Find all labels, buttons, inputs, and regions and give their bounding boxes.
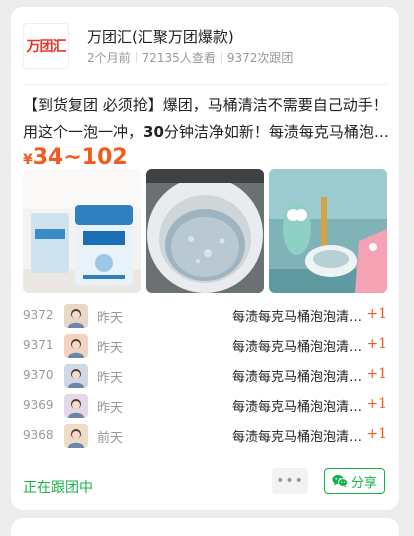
product-packages-image[interactable]	[23, 169, 141, 293]
buyer-avatar	[64, 334, 88, 358]
group-buy-card[interactable]: 万团汇 万团汇(汇聚万团爆款) 2个月前 72135人查看 9372次跟团 【到货复…	[11, 7, 399, 510]
buyer-avatar	[64, 364, 88, 388]
post-time: 2个月前	[87, 51, 131, 65]
order-row[interactable]: 9370 昨天 每渍每克马桶泡泡清洁剂 +1	[23, 361, 387, 391]
more-button[interactable]: •••	[272, 468, 308, 494]
buyer-avatar	[64, 304, 88, 328]
order-quantity: +1	[366, 366, 387, 382]
follow-count: 9372次跟团	[226, 51, 294, 65]
order-quantity: +1	[366, 426, 387, 442]
order-number: 9368	[23, 428, 54, 442]
buyer-avatar	[64, 394, 88, 418]
buyer-avatar	[64, 424, 88, 448]
order-product: 每渍每克马桶泡泡清洁剂	[232, 370, 370, 385]
price-value: 34~102	[32, 145, 128, 170]
share-button[interactable]: 分享	[324, 468, 385, 494]
wechat-icon	[332, 474, 348, 488]
order-product: 每渍每克马桶泡泡清洁剂	[232, 400, 370, 415]
meta-divider	[220, 52, 222, 63]
order-time: 昨天	[97, 401, 124, 416]
following-status: 正在跟团中	[23, 480, 93, 496]
order-quantity: +1	[366, 306, 387, 322]
order-quantity: +1	[366, 396, 387, 412]
description-bold-number: 30	[143, 123, 164, 141]
order-time: 昨天	[97, 371, 124, 386]
next-card	[11, 518, 399, 536]
order-product: 每渍每克马桶泡泡清洁剂	[232, 430, 370, 445]
price-currency: ¥	[23, 152, 33, 168]
order-product: 每渍每克马桶泡泡清洁剂	[232, 340, 370, 355]
header-divider	[23, 84, 387, 85]
product-images	[23, 169, 387, 293]
order-row[interactable]: 9372 昨天 每渍每克马桶泡泡清洁剂 +1	[23, 301, 387, 331]
order-time: 昨天	[97, 341, 124, 356]
meta-divider	[135, 52, 137, 63]
order-number: 9372	[23, 308, 54, 322]
post-meta: 2个月前 72135人查看 9372次跟团	[87, 49, 293, 66]
share-label: 分享	[350, 475, 377, 491]
order-list: 9372 昨天 每渍每克马桶泡泡清洁剂 +1 9371 昨天 每渍每克马桶泡泡清洁剂 +1 93…	[23, 301, 387, 451]
order-row[interactable]: 9371 昨天 每渍每克马桶泡泡清洁剂 +1	[23, 331, 387, 361]
more-dots-icon: •••	[276, 473, 304, 489]
toilet-bowl-image[interactable]	[146, 169, 264, 293]
shop-name[interactable]: 万团汇(汇聚万团爆款)	[87, 26, 234, 47]
cartoon-toilet-image[interactable]	[269, 169, 387, 293]
order-row[interactable]: 9369 昨天 每渍每克马桶泡泡清洁剂 +1	[23, 391, 387, 421]
order-number: 9369	[23, 398, 54, 412]
shop-header[interactable]: 万团汇 万团汇(汇聚万团爆款) 2个月前 72135人查看 9372次跟团	[23, 23, 387, 69]
order-quantity: +1	[366, 336, 387, 352]
order-row[interactable]: 9368 前天 每渍每克马桶泡泡清洁剂 +1	[23, 421, 387, 451]
view-count: 72135人查看	[141, 51, 216, 65]
shop-logo[interactable]: 万团汇	[23, 23, 69, 69]
price-range: ¥34~102	[23, 145, 128, 170]
order-time: 昨天	[97, 311, 124, 326]
order-number: 9370	[23, 368, 54, 382]
order-number: 9371	[23, 338, 54, 352]
shop-logo-text: 万团汇	[26, 39, 67, 55]
order-product: 每渍每克马桶泡泡清洁剂	[232, 310, 370, 325]
post-description[interactable]: 【到货复团 必须抢】爆团，马桶清洁不需要自己动手！用这个一泡一冲，30分钟洁净如…	[23, 92, 389, 146]
order-time: 前天	[97, 431, 124, 446]
